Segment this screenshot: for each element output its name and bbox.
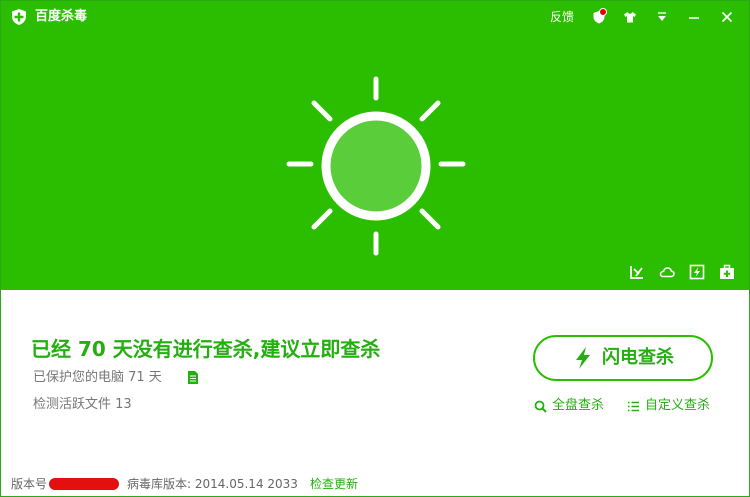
speed-tool-button[interactable]: [628, 263, 646, 281]
skin-shirt-icon: [624, 12, 636, 23]
check-update-link[interactable]: 检查更新: [310, 477, 358, 491]
cloud-button[interactable]: [658, 263, 676, 281]
title-bar: 百度杀毒 反馈: [1, 1, 749, 33]
flash-scan-button[interactable]: 闪电查杀: [533, 335, 713, 381]
document-icon[interactable]: [187, 370, 199, 385]
sun-status-icon: [286, 76, 466, 256]
minimize-button[interactable]: [684, 7, 704, 27]
flash-tool-icon: [689, 264, 705, 280]
app-title: 百度杀毒: [35, 9, 88, 24]
lightning-icon: [576, 347, 590, 369]
close-icon: [721, 11, 733, 23]
virus-db-version: 病毒库版本: 2014.05.14 2033: [127, 477, 298, 491]
protected-days-text: 已保护您的电脑 71 天: [33, 370, 162, 385]
scan-status-headline: 已经 70 天没有进行查杀,建议立即查杀: [31, 337, 381, 361]
flash-scan-label: 闪电查杀: [602, 347, 674, 368]
medkit-button[interactable]: [718, 263, 736, 281]
skin-button[interactable]: [620, 7, 640, 27]
full-scan-label: 全盘查杀: [552, 398, 605, 413]
search-icon: [534, 400, 547, 413]
list-icon: [628, 401, 639, 411]
shield-logo-icon: [12, 9, 26, 25]
notification-dot: [599, 8, 607, 16]
version-label: 版本号: [11, 477, 48, 491]
custom-scan-label: 自定义查杀: [645, 398, 711, 413]
feedback-link[interactable]: 反馈: [550, 9, 574, 25]
full-scan-link[interactable]: 全盘查杀: [534, 398, 604, 414]
custom-scan-link[interactable]: 自定义查杀: [627, 398, 710, 414]
cloud-icon: [659, 267, 675, 278]
menu-dropdown-icon: [658, 12, 666, 21]
medkit-icon: [720, 264, 734, 279]
active-files-text: 检测活跃文件 13: [33, 397, 132, 412]
status-hero: 百度杀毒 反馈: [1, 1, 749, 290]
flash-tool-button[interactable]: [688, 263, 706, 281]
speed-tool-icon: [630, 266, 643, 279]
app-window: 百度杀毒 反馈 已经 70 天没有进行查杀,建议立即查杀 已保护您的电脑 71 …: [0, 0, 750, 497]
redacted-version: [49, 478, 120, 490]
footer-bar: 版本号 病毒库版本: 2014.05.14 2033 检查更新: [11, 477, 358, 491]
shield-notify-button[interactable]: [589, 7, 609, 27]
minimize-icon: [689, 17, 699, 19]
menu-button[interactable]: [652, 7, 672, 27]
close-button[interactable]: [717, 7, 737, 27]
